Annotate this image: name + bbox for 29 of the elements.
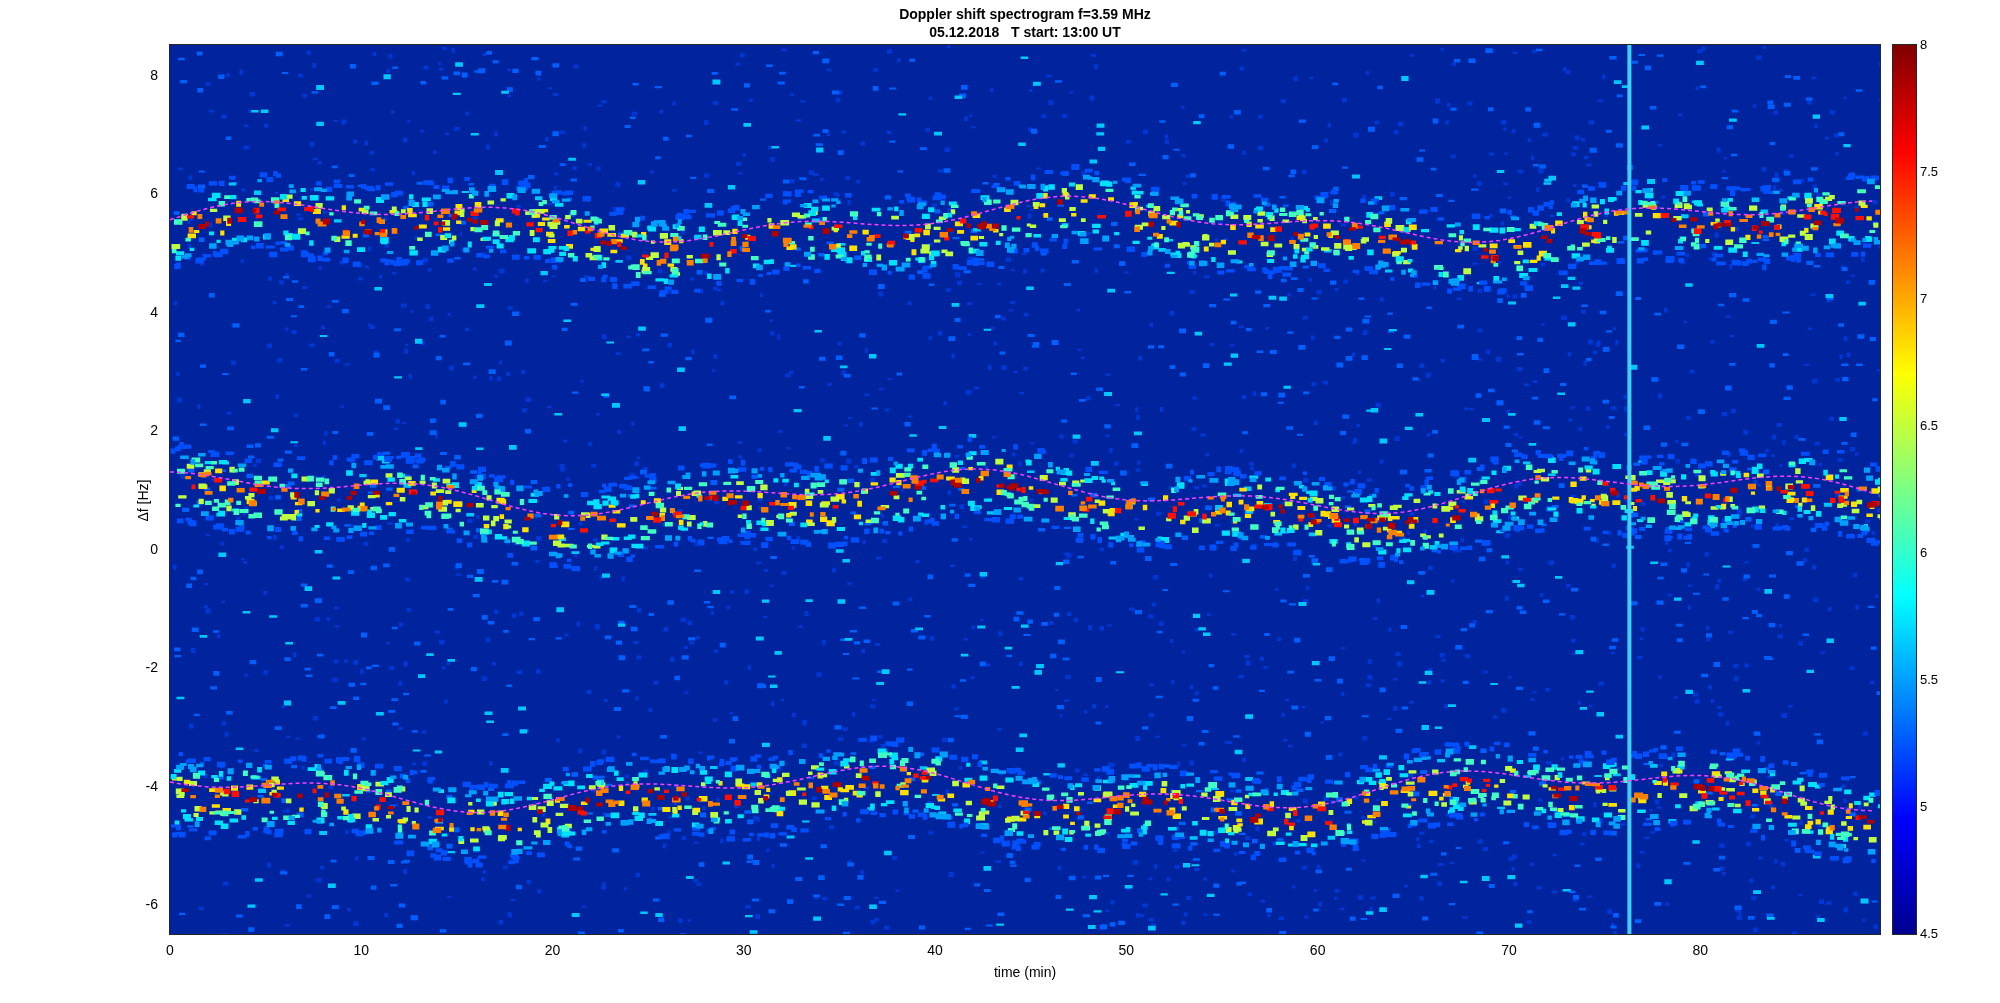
y-tick-label: -2 [145,659,158,676]
chart-subtitle: 05.12.2018 T start: 13:00 UT [929,23,1121,41]
x-tick-label: 70 [1501,942,1517,958]
y-tick-label: -6 [145,896,158,913]
y-tick-label: 4 [150,303,158,320]
y-tick-label: -4 [145,777,158,794]
x-tick-label: 10 [353,942,370,958]
x-tick-label: 20 [544,942,561,958]
colorbar-tick-label: 8 [1920,37,1928,53]
chart-title: Doppler shift spectrogram f=3.59 MHz [899,5,1151,23]
colorbar-tick-label: 6 [1920,545,1928,561]
x-tick-label: 40 [927,942,943,958]
x-tick-label: 0 [166,942,174,958]
x-tick-label: 80 [1692,942,1708,958]
colorbar-tick-label: 5.5 [1920,672,1939,688]
y-axis-label: Δf [Hz] [133,479,152,522]
y-tick-label: 2 [150,422,158,439]
colorbar-tick-label: 7 [1920,291,1928,307]
y-tick-label: 6 [150,185,158,202]
y-tick-label: 0 [150,540,158,557]
colorbar-tick-label: 4.5 [1920,926,1939,942]
y-tick-label: 8 [150,66,158,83]
x-tick-label: 30 [736,942,752,958]
colorbar-tick-label: 5 [1920,799,1928,815]
colorbar-tick-label: 7.5 [1920,164,1939,180]
x-axis-label: time (min) [993,963,1057,982]
x-tick-label: 50 [1118,942,1135,958]
x-tick-label: 60 [1309,942,1326,958]
colorbar-tick-label: 6.5 [1920,418,1939,434]
